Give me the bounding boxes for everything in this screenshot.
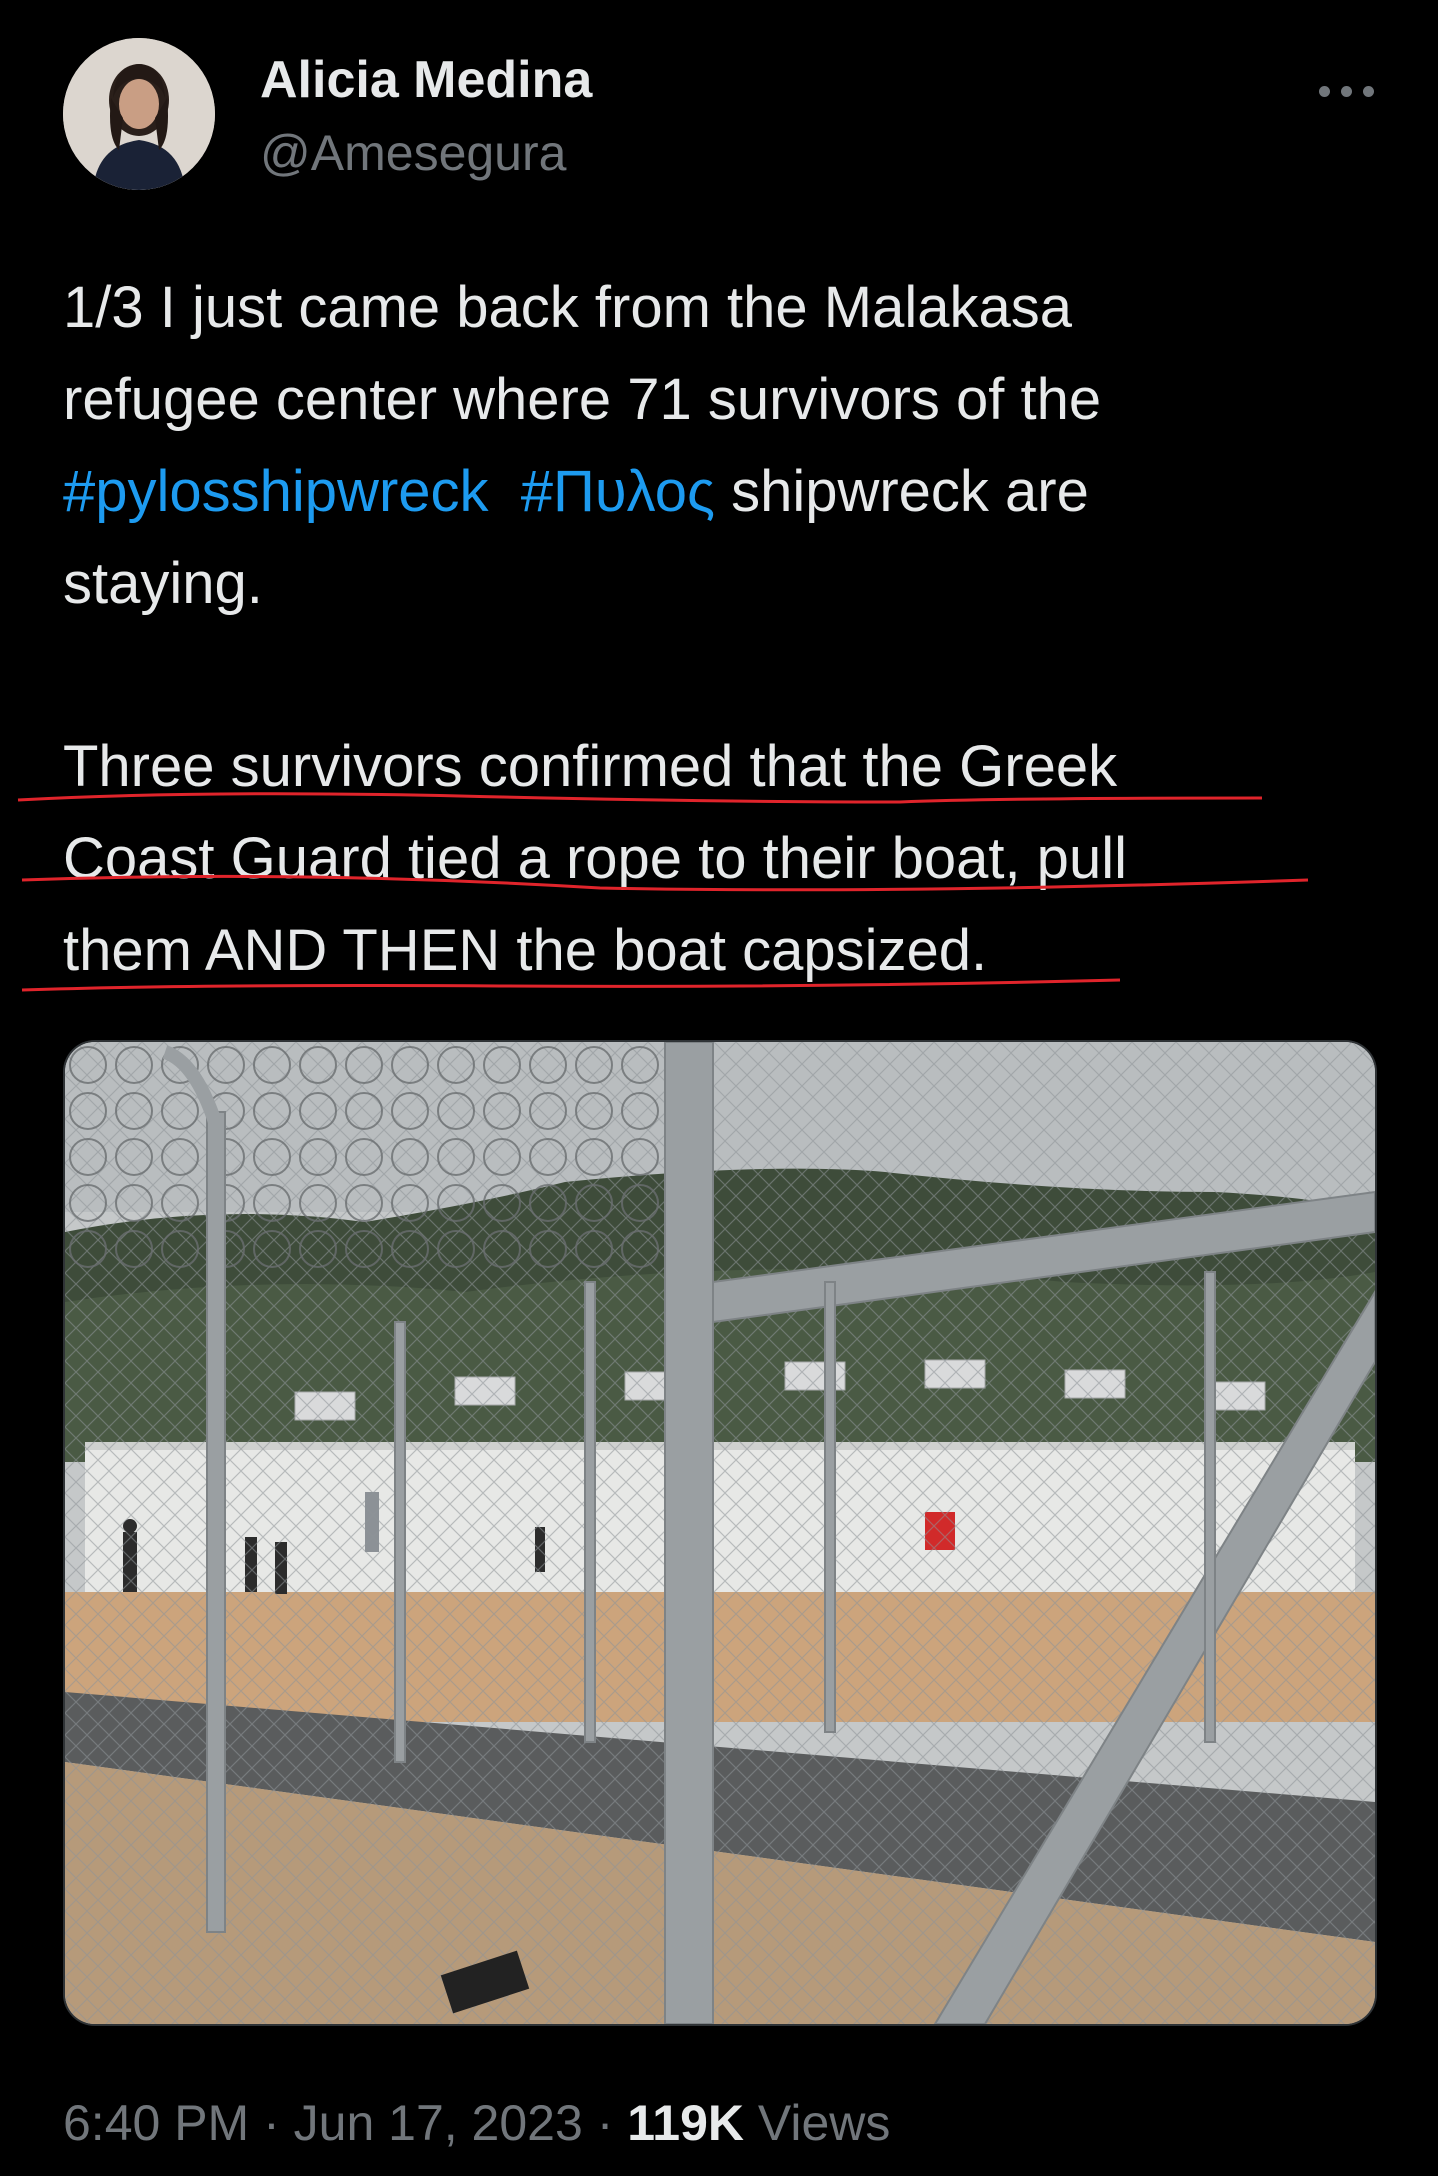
tweet-text-part: 1/3 I just came back from the Malakasa r… <box>63 275 1102 432</box>
tweet-paragraph-2: Three survivors confirmed that the Greek… <box>63 721 1363 997</box>
tweet-line: them AND THEN the boat capsized. <box>63 918 988 983</box>
tweet-date[interactable]: Jun 17, 2023 <box>294 2095 583 2151</box>
hashtag-link[interactable]: #Πυλος <box>521 459 715 524</box>
tweet-line: Three survivors confirmed that the Greek <box>63 734 1118 799</box>
hashtag-link[interactable]: #pylosshipwreck <box>63 459 489 524</box>
author-handle[interactable]: @Amesegura <box>260 124 566 182</box>
tweet-line: Coast Guard tied a rope to their boat, p… <box>63 826 1127 891</box>
tweet-photo[interactable] <box>63 1040 1377 2026</box>
views-label: Views <box>744 2095 891 2151</box>
author-name[interactable]: Alicia Medina <box>260 50 592 110</box>
tweet-time[interactable]: 6:40 PM <box>63 2095 249 2151</box>
tweet-header: Alicia Medina @Amesegura <box>63 38 1383 198</box>
separator: · <box>582 2095 628 2151</box>
refugee-camp-photo <box>65 1042 1375 2024</box>
separator: · <box>249 2095 294 2151</box>
views-count[interactable]: 119K <box>627 2095 744 2151</box>
tweet-text: 1/3 I just came back from the Malakasa r… <box>63 262 1363 630</box>
avatar[interactable] <box>63 38 215 190</box>
tweet-meta: 6:40 PM · Jun 17, 2023 · 119K Views <box>63 2094 890 2152</box>
more-horizontal-icon[interactable] <box>1313 68 1383 108</box>
